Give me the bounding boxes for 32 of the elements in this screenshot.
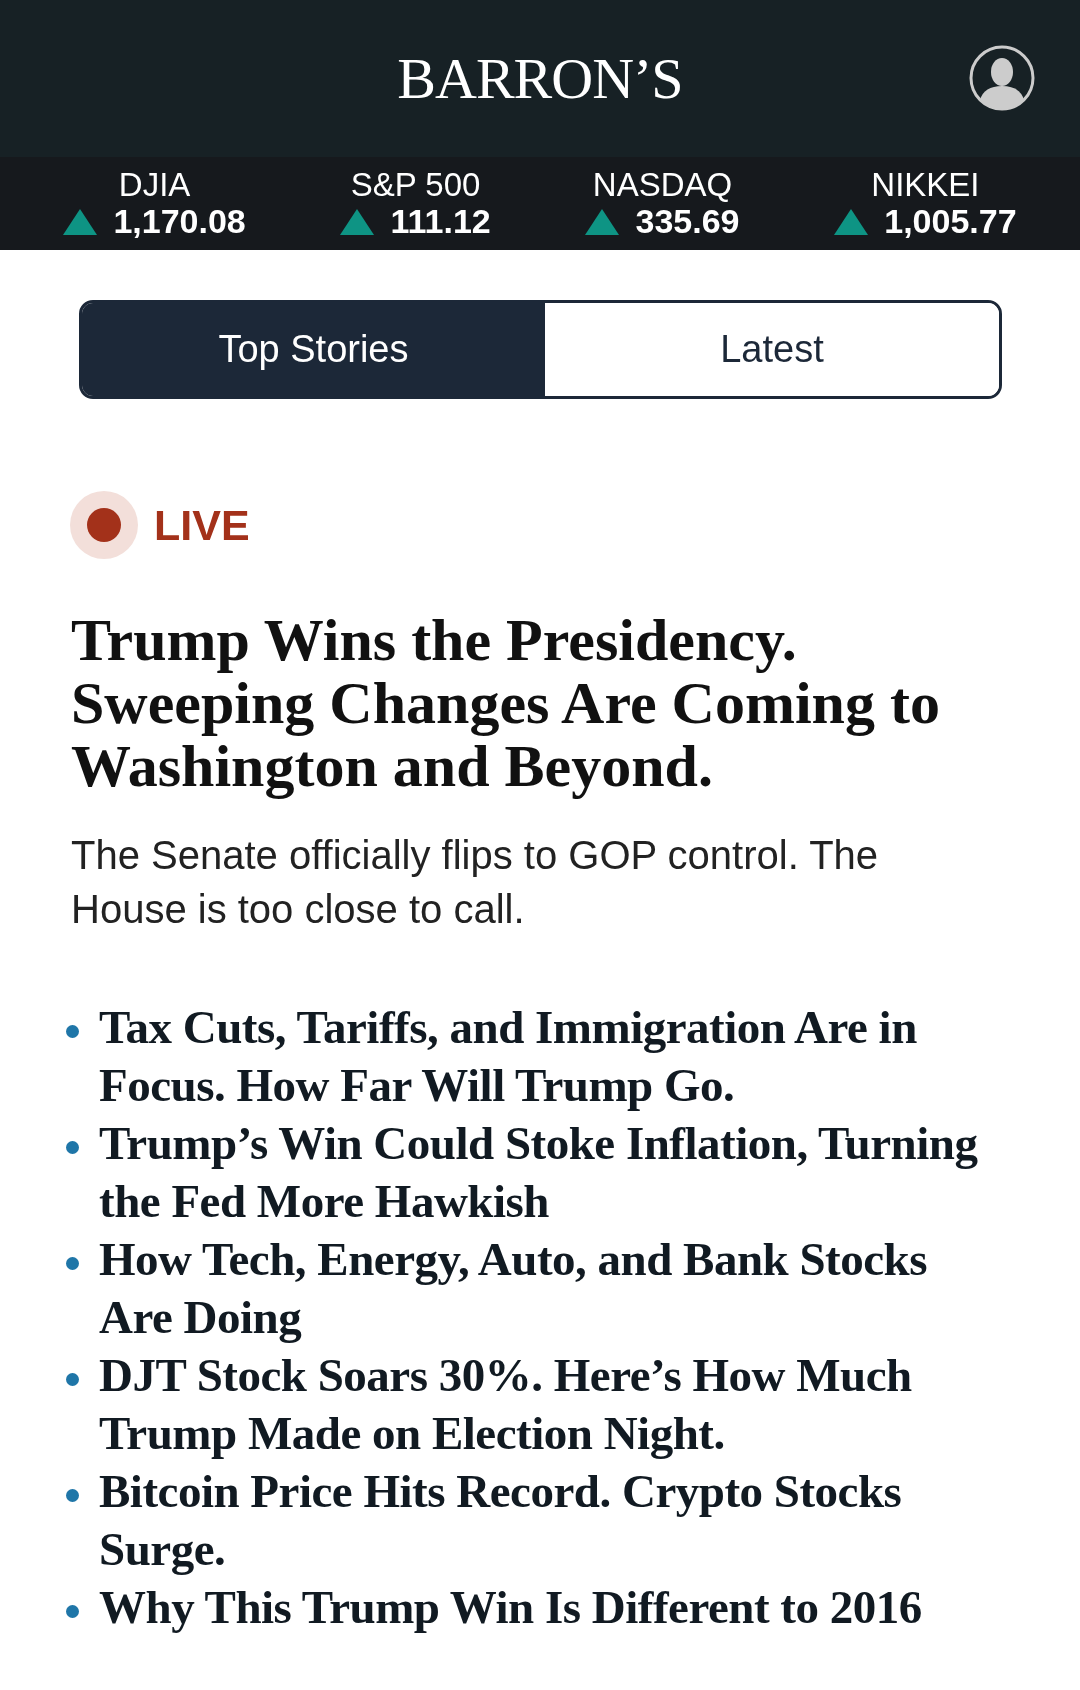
related-link[interactable]: Bitcoin Price Hits Record. Crypto Stocks Surge. (99, 1462, 999, 1578)
related-link[interactable]: How Tech, Energy, Auto, and Bank Stocks Are Doing (99, 1230, 999, 1346)
bullet-icon (66, 1141, 79, 1154)
bullet-icon (66, 1489, 79, 1502)
headline[interactable]: Trump Wins the Presidency. Sweeping Changes Are Coming to Washington and Beyond. (71, 609, 1020, 798)
index-change: 335.69 (635, 202, 740, 241)
index-change: 1,005.77 (884, 202, 1017, 241)
index-change: 1,170.08 (113, 202, 246, 241)
live-dot-icon (70, 491, 138, 559)
logo[interactable]: BARRON’S (397, 35, 683, 122)
bullet-icon (66, 1605, 79, 1618)
up-arrow-icon (585, 208, 620, 235)
live-label: LIVE (154, 499, 250, 551)
index-name: S&P 500 (350, 166, 481, 203)
related-link[interactable]: DJT Stock Soars 30%. Here’s How Much Trump Made on Election Night. (99, 1346, 999, 1462)
account-button[interactable] (968, 44, 1036, 112)
related-link[interactable]: Trump’s Win Could Stoke Inflation, Turning the Fed More Hawkish (99, 1114, 999, 1230)
up-arrow-icon (834, 208, 869, 235)
summary: The Senate officially flips to GOP control. The House is too close to call. (71, 832, 880, 933)
index-name: DJIA (118, 166, 191, 203)
user-avatar-icon (968, 44, 1036, 112)
bullet-icon (66, 1373, 79, 1386)
bullet-icon (66, 1025, 79, 1038)
index-name: NASDAQ (592, 166, 733, 203)
bullet-icon (66, 1257, 79, 1270)
tab[interactable]: Top Stories (82, 303, 545, 396)
related-link[interactable]: Tax Cuts, Tariffs, and Immigration Are in Focus. How Far Will Trump Go. (99, 998, 999, 1114)
up-arrow-icon (63, 208, 98, 235)
related-link[interactable]: Why This Trump Win Is Different to 2016 (99, 1578, 999, 1636)
index-name: NIKKEI (871, 166, 980, 203)
up-arrow-icon (340, 208, 375, 235)
index-change: 111.12 (390, 202, 491, 241)
